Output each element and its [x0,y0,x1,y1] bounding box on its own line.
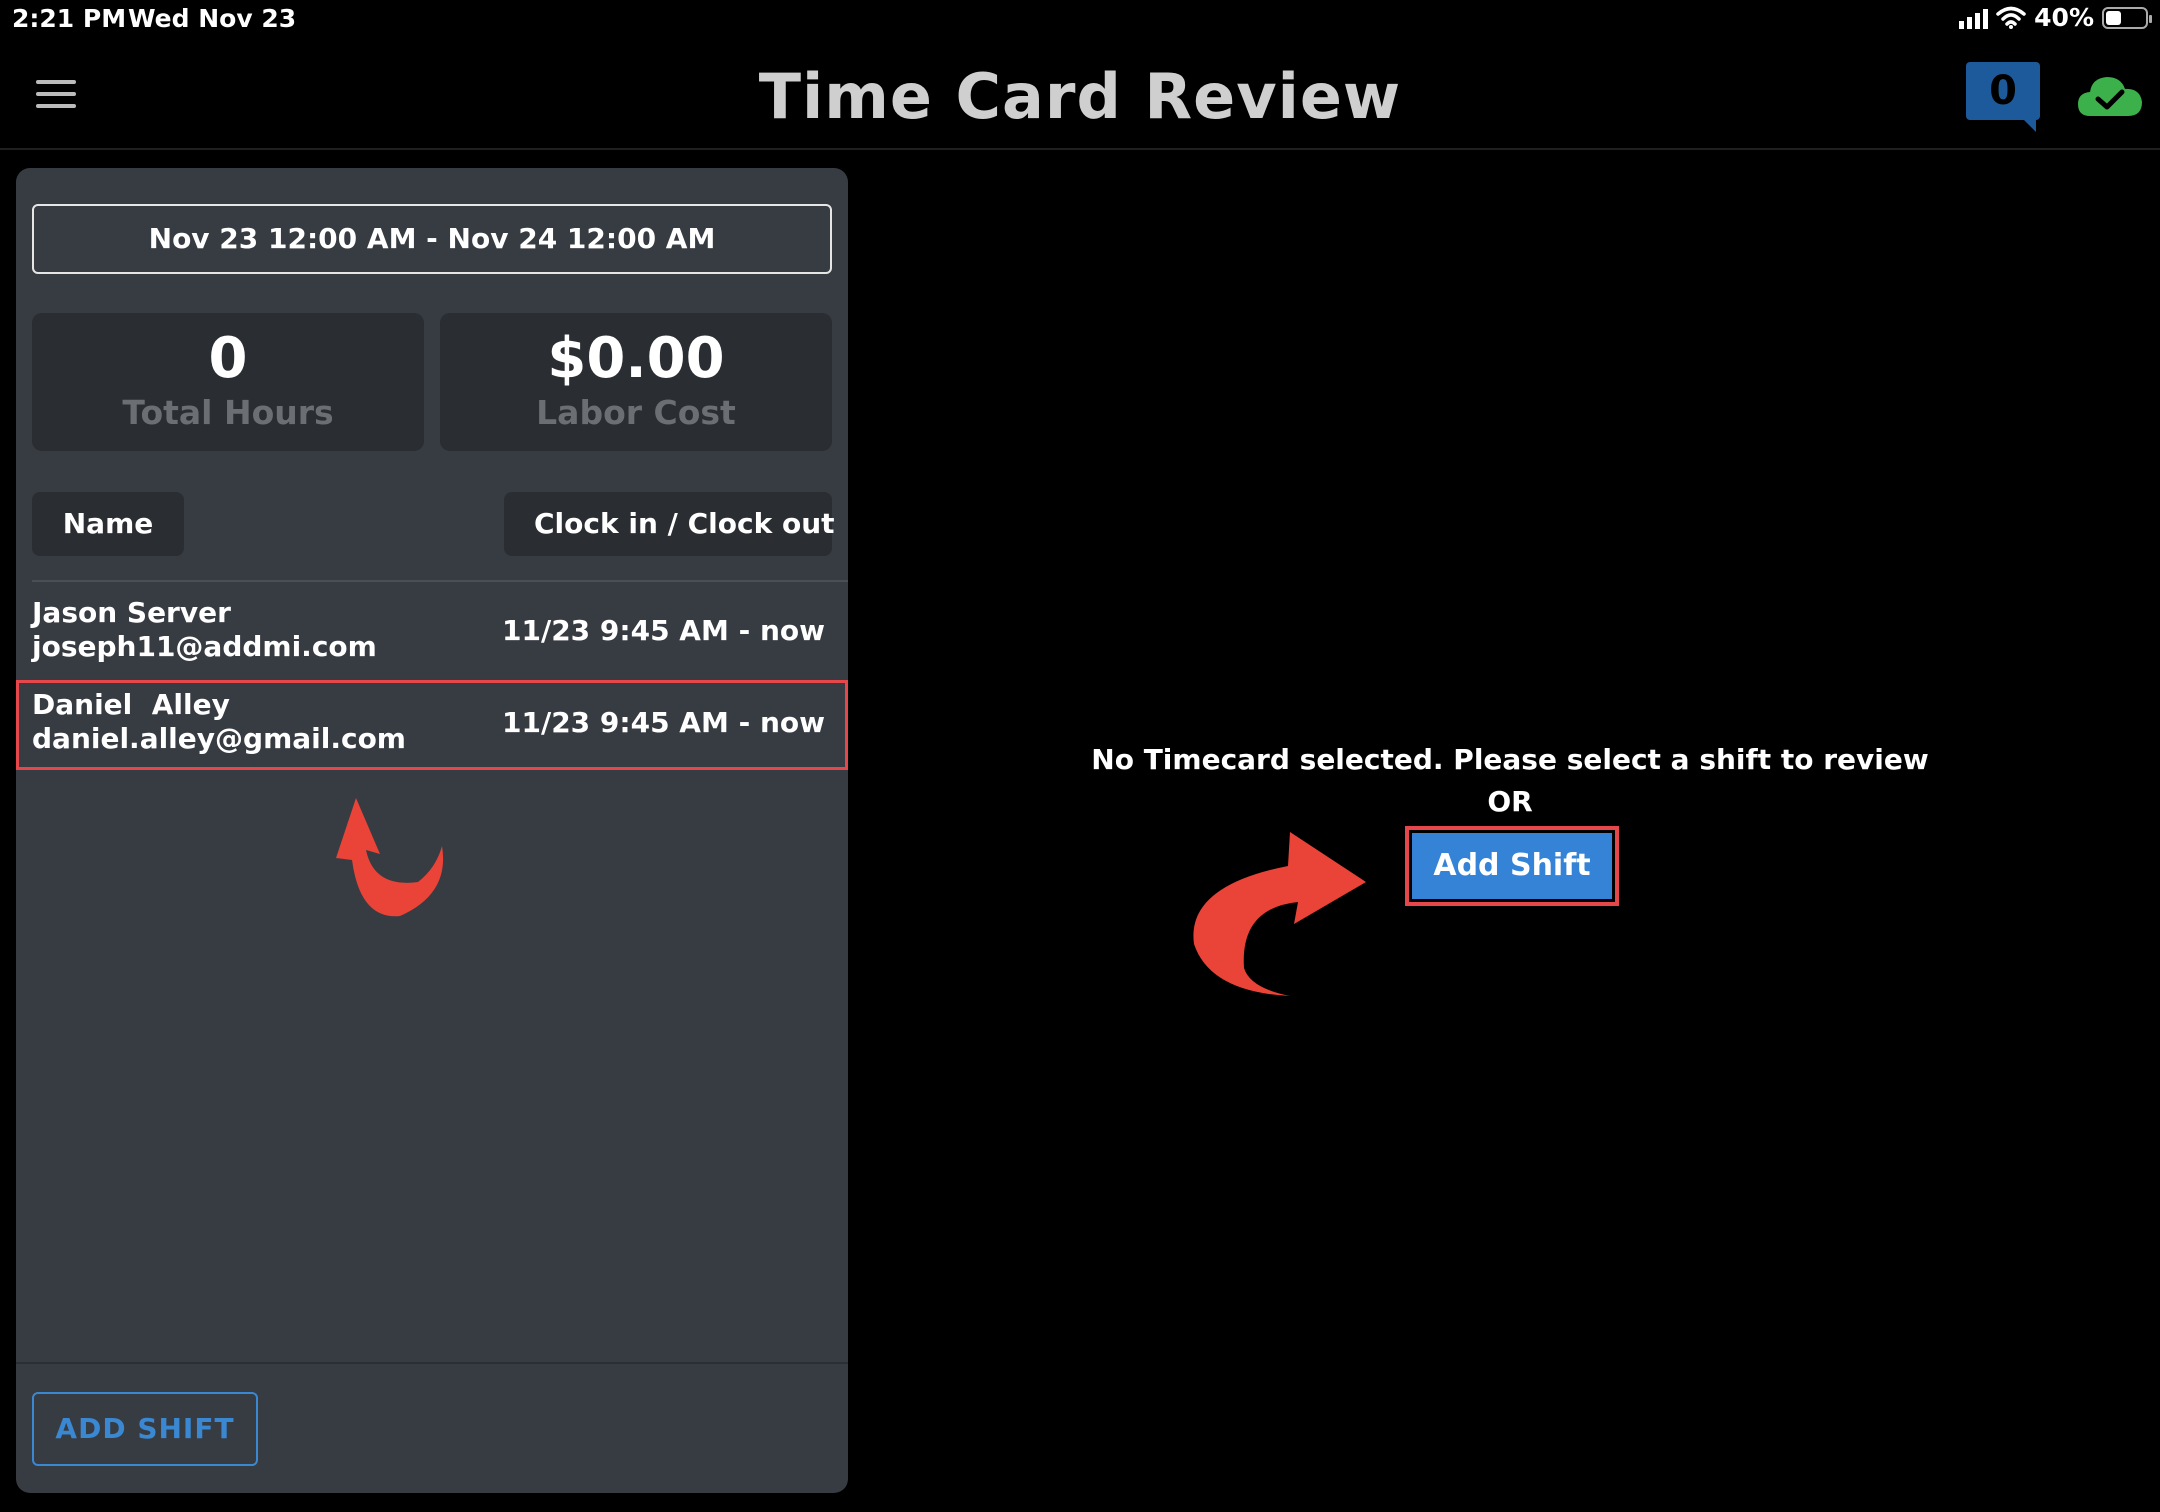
employee-email: daniel.alley@gmail.com [32,722,406,755]
curved-arrow-up-icon [336,798,444,917]
battery-level [2106,10,2121,25]
total-hours-card: 0 Total Hours [32,313,424,451]
notification-count: 0 [1966,62,2040,120]
wifi-icon [1996,6,2026,29]
timecard-row-highlighted[interactable]: Daniel Alley daniel.alley@gmail.com 11/2… [16,680,848,770]
clock-time: 11/23 9:45 AM - now [502,614,825,647]
employee-email: joseph11@addmi.com [32,630,377,663]
app-header: Time Card Review 0 [0,40,2160,150]
cellular-signal-icon [1959,7,1989,29]
chat-bubble-tail [2022,118,2036,132]
empty-state-message: No Timecard selected. Please select a sh… [1091,743,1929,776]
status-date: Wed Nov 23 [128,4,297,33]
battery-icon [2102,6,2152,29]
clock-time: 11/23 9:45 AM - now [502,706,825,739]
battery-percent: 40% [2034,3,2094,32]
status-indicators: 40% [1959,3,2152,32]
cloud-check-icon[interactable] [2076,72,2144,120]
column-header-clock[interactable]: Clock in / Clock out [504,492,835,556]
employee-name: Daniel Alley [32,688,230,721]
page-title: Time Card Review [758,60,1402,133]
timecard-list-panel: Nov 23 12:00 AM - Nov 24 12:00 AM 0 Tota… [16,168,848,1493]
or-label: OR [1487,785,1533,818]
notifications-button[interactable]: 0 [1966,62,2040,132]
column-header-name[interactable]: Name [32,492,184,556]
add-shift-button[interactable]: Add Shift [1405,826,1619,906]
status-bar: 2:21 PM Wed Nov 23 40% [0,0,2160,40]
list-divider [32,580,848,582]
timecard-row[interactable]: Jason Server joseph11@addmi.com 11/23 9:… [16,588,848,678]
footer-divider [16,1362,848,1364]
total-hours-label: Total Hours [122,393,334,432]
curved-arrow-right-icon [1193,832,1366,996]
add-shift-button-label: Add Shift [1412,833,1612,899]
labor-cost-value: $0.00 [547,326,725,391]
date-range-selector[interactable]: Nov 23 12:00 AM - Nov 24 12:00 AM [32,204,832,274]
labor-cost-label: Labor Cost [536,393,736,432]
labor-cost-card: $0.00 Labor Cost [440,313,832,451]
status-time: 2:21 PM [12,4,127,33]
total-hours-value: 0 [208,326,248,391]
employee-name: Jason Server [32,596,231,629]
add-shift-button-secondary[interactable]: ADD SHIFT [32,1392,258,1466]
